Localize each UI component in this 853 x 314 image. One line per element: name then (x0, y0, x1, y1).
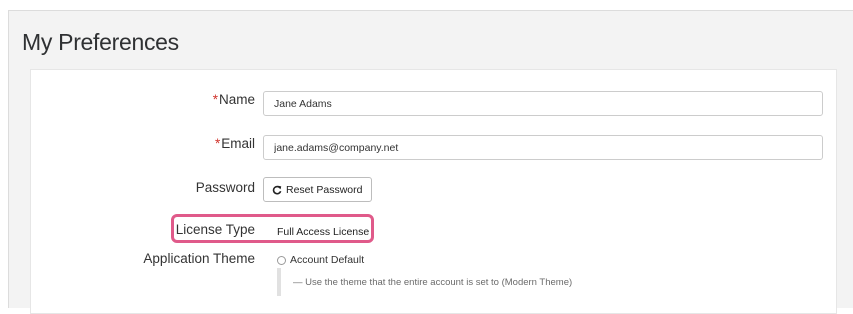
theme-option-label: Account Default (290, 254, 365, 266)
required-marker: * (212, 92, 218, 107)
theme-option-description: — Use the theme that the entire account … (277, 268, 572, 296)
password-label: Password (195, 180, 255, 195)
reset-password-button[interactable]: Reset Password (263, 177, 373, 202)
radio-button[interactable] (277, 255, 286, 265)
name-label: *Name (213, 92, 255, 107)
required-marker: * (214, 136, 221, 151)
license-type-value: Full Access License (277, 226, 370, 238)
refresh-icon (272, 185, 282, 195)
application-theme-label: Application Theme (143, 251, 255, 266)
page-title: My Preferences (22, 29, 179, 55)
license-type-label: License Type (175, 222, 255, 237)
name-label-text: Name (218, 92, 255, 107)
theme-option-description-text: — Use the theme that the entire account … (293, 276, 573, 288)
name-input[interactable] (263, 91, 823, 116)
reset-password-label: Reset Password (286, 183, 363, 196)
email-label-text: Email (221, 136, 255, 151)
theme-option-account-default[interactable]: Account Default (277, 254, 364, 266)
email-label: *Email (215, 136, 255, 151)
email-input[interactable] (263, 135, 823, 160)
